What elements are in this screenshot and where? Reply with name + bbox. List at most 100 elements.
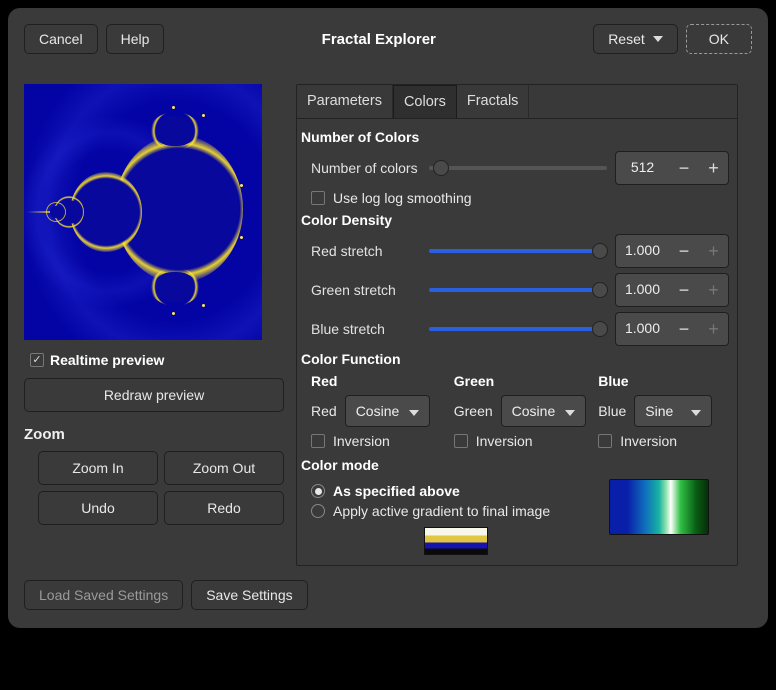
right-column: Parameters Colors Fractals Number of Col… (296, 84, 738, 566)
blue-stretch-decrement[interactable]: − (669, 312, 699, 346)
fractal-preview (24, 84, 262, 340)
func-green-label: Green (454, 403, 493, 419)
mode-grid: As specified above Apply active gradient… (301, 479, 729, 555)
realtime-preview-label: Realtime preview (50, 352, 164, 368)
red-stretch-label: Red stretch (301, 243, 421, 259)
func-red-select[interactable]: Cosine (345, 395, 431, 427)
func-blue-cell: Blue Sine (598, 395, 729, 427)
red-inversion-checkbox[interactable] (311, 434, 325, 448)
blue-inversion-checkbox[interactable] (598, 434, 612, 448)
tab-colors[interactable]: Colors (393, 85, 457, 118)
num-colors-label: Number of colors (301, 160, 421, 176)
realtime-preview-checkbox[interactable] (30, 353, 44, 367)
func-green-inversion: Inversion (454, 433, 587, 449)
loglog-checkbox[interactable] (311, 191, 325, 205)
green-stretch-slider[interactable] (429, 280, 607, 300)
red-stretch-row: Red stretch 1.000 − + (301, 234, 729, 268)
reset-button[interactable]: Reset (593, 24, 678, 54)
result-gradient-preview[interactable] (609, 479, 709, 535)
green-stretch-decrement[interactable]: − (669, 273, 699, 307)
func-blue-value: Sine (645, 403, 673, 419)
func-red-label: Red (311, 403, 337, 419)
dialog-window: Cancel Help Fractal Explorer Reset OK (8, 8, 768, 628)
title-bar: Cancel Help Fractal Explorer Reset OK (24, 24, 752, 54)
help-button[interactable]: Help (106, 24, 165, 54)
bottom-bar: Load Saved Settings Save Settings (24, 580, 752, 610)
green-inversion-checkbox[interactable] (454, 434, 468, 448)
mode-opt2-row: Apply active gradient to final image (311, 503, 601, 519)
green-stretch-increment[interactable]: + (699, 273, 729, 307)
chevron-down-icon (691, 403, 701, 419)
loglog-label: Use log log smoothing (333, 190, 472, 206)
mode-opt1-label: As specified above (333, 483, 460, 499)
blue-stretch-label: Blue stretch (301, 321, 421, 337)
zoom-in-button[interactable]: Zoom In (38, 451, 158, 485)
func-blue-label: Blue (598, 403, 626, 419)
num-colors-stepper: 512 − + (615, 151, 729, 185)
mode-opt1-radio[interactable] (311, 484, 325, 498)
mode-opt2-radio[interactable] (311, 504, 325, 518)
func-green-value: Cosine (512, 403, 556, 419)
active-gradient-preview[interactable] (424, 527, 488, 555)
realtime-preview-row: Realtime preview (24, 350, 284, 378)
mode-opt1-row: As specified above (311, 483, 601, 499)
zoom-out-button[interactable]: Zoom Out (164, 451, 284, 485)
num-colors-decrement[interactable]: − (669, 151, 699, 185)
blue-stretch-stepper: 1.000 − + (615, 312, 729, 346)
mode-title: Color mode (301, 457, 729, 473)
zoom-title: Zoom (24, 426, 284, 443)
blue-stretch-value[interactable]: 1.000 (615, 312, 669, 346)
red-stretch-stepper: 1.000 − + (615, 234, 729, 268)
green-stretch-row: Green stretch 1.000 − + (301, 273, 729, 307)
num-colors-row: Number of colors 512 − + (301, 151, 729, 185)
func-head-blue: Blue (598, 373, 729, 389)
redraw-preview-button[interactable]: Redraw preview (24, 378, 284, 412)
func-title: Color Function (301, 351, 729, 367)
func-green-cell: Green Cosine (454, 395, 587, 427)
func-blue-inversion: Inversion (598, 433, 729, 449)
red-stretch-increment[interactable]: + (699, 234, 729, 268)
blue-stretch-slider[interactable] (429, 319, 607, 339)
tab-fractals[interactable]: Fractals (457, 85, 530, 118)
mode-gradient-cell (609, 479, 729, 535)
load-settings-button[interactable]: Load Saved Settings (24, 580, 183, 610)
left-column: Realtime preview Redraw preview Zoom Zoo… (24, 84, 284, 566)
blue-inversion-label: Inversion (620, 433, 677, 449)
mode-opt2-label: Apply active gradient to final image (333, 503, 550, 519)
ok-button[interactable]: OK (686, 24, 752, 54)
cancel-button[interactable]: Cancel (24, 24, 98, 54)
num-colors-value[interactable]: 512 (615, 151, 669, 185)
tab-parameters[interactable]: Parameters (297, 85, 393, 118)
main-area: Realtime preview Redraw preview Zoom Zoo… (24, 84, 752, 566)
func-head-red: Red (311, 373, 442, 389)
func-red-cell: Red Cosine (311, 395, 442, 427)
reset-label: Reset (608, 31, 645, 47)
num-colors-slider[interactable] (429, 158, 607, 178)
num-colors-title: Number of Colors (301, 129, 729, 145)
green-stretch-value[interactable]: 1.000 (615, 273, 669, 307)
num-colors-increment[interactable]: + (699, 151, 729, 185)
chevron-down-icon (409, 403, 419, 419)
density-title: Color Density (301, 212, 729, 228)
undo-button[interactable]: Undo (38, 491, 158, 525)
color-function-grid: Red Green Blue Red Cosine Green Cosine (301, 373, 729, 449)
colors-panel: Number of Colors Number of colors 512 − … (297, 119, 737, 565)
func-head-green: Green (454, 373, 587, 389)
dialog-title: Fractal Explorer (172, 31, 585, 48)
func-green-select[interactable]: Cosine (501, 395, 587, 427)
red-stretch-value[interactable]: 1.000 (615, 234, 669, 268)
blue-stretch-row: Blue stretch 1.000 − + (301, 312, 729, 346)
redo-button[interactable]: Redo (164, 491, 284, 525)
save-settings-button[interactable]: Save Settings (191, 580, 307, 610)
zoom-buttons: Zoom In Zoom Out Undo Redo (24, 451, 284, 525)
chevron-down-icon (565, 403, 575, 419)
green-stretch-stepper: 1.000 − + (615, 273, 729, 307)
blue-stretch-increment[interactable]: + (699, 312, 729, 346)
red-stretch-decrement[interactable]: − (669, 234, 699, 268)
red-stretch-slider[interactable] (429, 241, 607, 261)
func-blue-select[interactable]: Sine (634, 395, 712, 427)
green-stretch-label: Green stretch (301, 282, 421, 298)
red-inversion-label: Inversion (333, 433, 390, 449)
mode-options: As specified above Apply active gradient… (311, 479, 601, 555)
func-red-value: Cosine (356, 403, 400, 419)
